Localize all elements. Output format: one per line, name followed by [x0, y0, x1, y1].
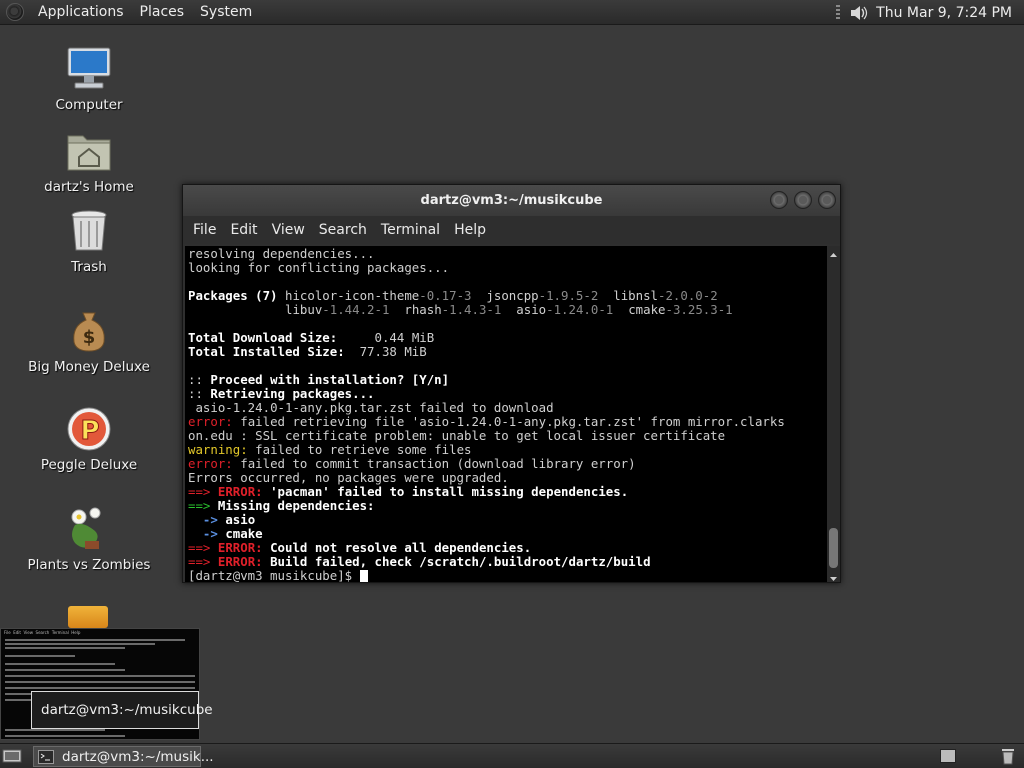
scroll-down-arrow-icon[interactable] — [827, 570, 840, 582]
desktop-icon-label: Computer — [55, 97, 123, 113]
prompt-line[interactable]: [dartz@vm3 musikcube]$ — [188, 569, 827, 582]
close-button[interactable] — [818, 191, 836, 209]
menu-file[interactable]: File — [186, 222, 223, 238]
output-line: :: Proceed with installation? [Y/n] — [188, 372, 450, 387]
plants-vs-zombies-icon — [65, 505, 113, 553]
terminal-icon — [38, 749, 54, 764]
trash-applet-icon[interactable] — [1000, 747, 1016, 765]
menu-applications[interactable]: Applications — [30, 4, 132, 20]
scroll-thumb[interactable] — [829, 528, 838, 568]
output-line: ==> Missing dependencies: — [188, 498, 375, 513]
terminal-scrollbar[interactable] — [827, 246, 840, 582]
menu-terminal[interactable]: Terminal — [374, 222, 447, 238]
desktop-icon-label: Peggle Deluxe — [40, 457, 138, 473]
menu-view[interactable]: View — [265, 222, 312, 238]
desktop-icon-peggle[interactable]: P Peggle Deluxe — [24, 405, 154, 473]
menu-places[interactable]: Places — [132, 4, 193, 20]
workspace-switcher[interactable] — [940, 749, 956, 763]
output-line: :: Retrieving packages... — [188, 386, 375, 401]
output-line: ==> ERROR: 'pacman' failed to install mi… — [188, 484, 629, 499]
window-preview-label: dartz@vm3:~/musikcube — [31, 691, 213, 729]
peggle-icon: P — [65, 405, 113, 453]
output-line: on.edu : SSL certificate problem: unable… — [188, 428, 726, 443]
maximize-button[interactable] — [794, 191, 812, 209]
taskbar-item-terminal[interactable]: dartz@vm3:~/musik... — [33, 746, 214, 767]
panel-grip-handle[interactable] — [836, 4, 841, 21]
menu-edit[interactable]: Edit — [223, 222, 264, 238]
output-line: libuv-1.44.2-1 rhash-1.4.3-1 asio-1.24.0… — [284, 302, 733, 317]
menu-system[interactable]: System — [192, 4, 260, 20]
partial-desktop-icon[interactable] — [68, 606, 108, 628]
svg-text:P: P — [80, 416, 99, 446]
desktop-icon-label: Big Money Deluxe — [28, 359, 150, 375]
show-desktop-icon[interactable] — [2, 748, 22, 764]
terminal-menubar: File Edit View Search Terminal Help — [183, 216, 840, 244]
window-title: dartz@vm3:~/musikcube — [420, 193, 603, 208]
output-line: Total Download Size: 0.44 MiB — [188, 330, 435, 345]
desktop-icon-label: dartz's Home — [44, 179, 134, 195]
output-line: Total Installed Size: 77.38 MiB — [188, 344, 427, 359]
output-line: warning: failed to retrieve some files — [188, 442, 472, 457]
output-line: error: failed to commit transaction (dow… — [188, 456, 636, 471]
output-line: ==> ERROR: Could not resolve all depende… — [188, 540, 532, 555]
output-line: Packages (7) hicolor-icon-theme-0.17-3 j… — [188, 288, 718, 303]
desktop-icon-label: Trash — [71, 259, 107, 275]
output-line: ==> ERROR: Build failed, check /scratch/… — [188, 554, 651, 569]
bottom-panel: dartz@vm3:~/musik... — [0, 743, 1024, 768]
volume-icon[interactable] — [848, 3, 868, 23]
output-line: error: failed retrieving file 'asio-1.24… — [188, 414, 785, 429]
desktop-icon-big-money[interactable]: $ Big Money Deluxe — [24, 307, 154, 375]
svg-text:$: $ — [83, 327, 96, 348]
output-line: looking for conflicting packages... — [188, 260, 450, 275]
top-panel: Applications Places System Thu Mar 9, 7:… — [0, 0, 1024, 25]
home-folder-icon — [65, 127, 113, 175]
money-bag-icon: $ — [65, 307, 113, 355]
output-line: asio-1.24.0-1-any.pkg.tar.zst failed to … — [195, 400, 554, 415]
output-line: -> cmake — [202, 526, 263, 541]
taskbar-item-label: dartz@vm3:~/musik... — [62, 748, 214, 765]
terminal-output[interactable]: resolving dependencies... looking for con… — [185, 246, 827, 582]
desktop-icon-label: Plants vs Zombies — [27, 557, 151, 573]
menu-help[interactable]: Help — [447, 222, 493, 238]
clock[interactable]: Thu Mar 9, 7:24 PM — [876, 5, 1024, 21]
terminal-window: dartz@vm3:~/musikcube File Edit View Sea… — [182, 184, 841, 583]
output-line: -> asio — [202, 512, 256, 527]
computer-icon — [65, 45, 113, 93]
output-line: Errors occurred, no packages were upgrad… — [188, 470, 509, 485]
trash-icon — [65, 207, 113, 255]
window-titlebar[interactable]: dartz@vm3:~/musikcube — [183, 185, 840, 216]
minimize-button[interactable] — [770, 191, 788, 209]
text-cursor — [359, 570, 368, 582]
desktop-icon-plants-vs-zombies[interactable]: Plants vs Zombies — [24, 505, 154, 573]
desktop-icon-home[interactable]: dartz's Home — [24, 127, 154, 195]
output-line: resolving dependencies... — [188, 246, 375, 261]
desktop-icon-trash[interactable]: Trash — [24, 207, 154, 275]
desktop-icon-computer[interactable]: Computer — [24, 45, 154, 113]
scroll-up-arrow-icon[interactable] — [827, 246, 840, 258]
distro-logo-icon[interactable] — [6, 3, 24, 21]
menu-search[interactable]: Search — [312, 222, 374, 238]
preview-menubar: File Edit View Search Terminal Help — [4, 630, 81, 635]
